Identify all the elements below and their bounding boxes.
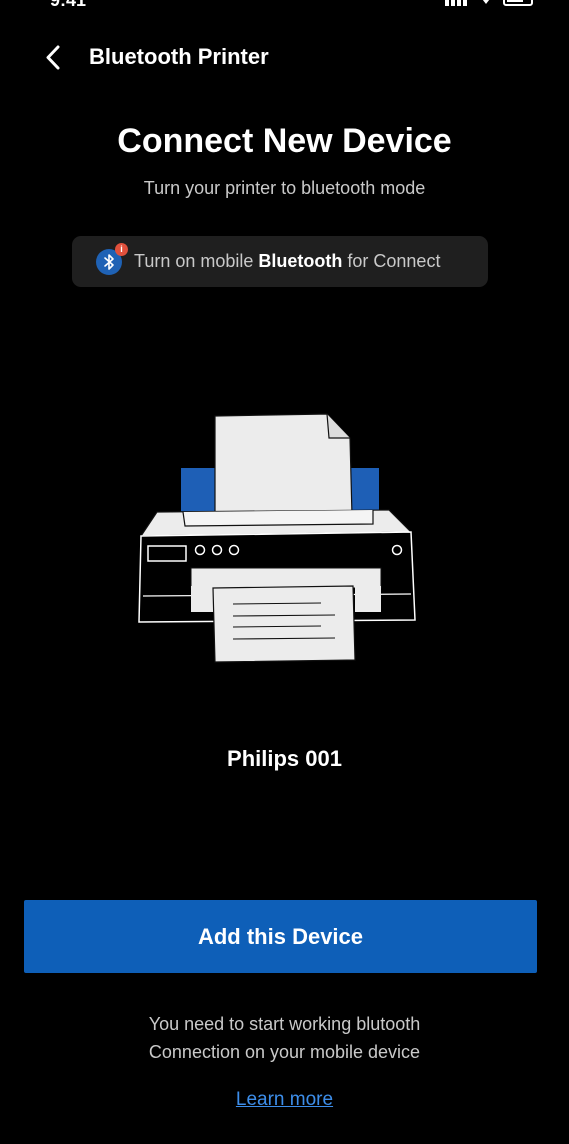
status-time: 9:41: [50, 0, 87, 10]
info-badge-icon: i: [115, 242, 128, 256]
wifi-icon: [482, 0, 490, 4]
signal-icon: [445, 0, 469, 6]
status-bar: 9:41: [0, 0, 569, 12]
header-title: Bluetooth Printer: [89, 44, 269, 69]
printer-illustration: [138, 413, 416, 663]
app-header: Bluetooth Printer: [0, 30, 569, 86]
info-note-line-2: Connection on your mobile device: [148, 1042, 421, 1062]
page-subtitle: Turn your printer to bluetooth mode: [143, 178, 426, 198]
status-icons: [445, 0, 533, 6]
back-button[interactable]: [36, 40, 72, 76]
info-note: You need to start working blutooth Conne…: [0, 1010, 569, 1066]
add-device-button[interactable]: Add this Device: [24, 900, 537, 973]
battery-icon: [503, 0, 533, 6]
device-name: Philips 001: [227, 746, 342, 771]
bluetooth-banner-text: Turn on mobile Bluetooth for Connect: [134, 251, 441, 271]
page-title: Connect New Device: [117, 122, 452, 160]
learn-more-link[interactable]: Learn more: [0, 1089, 569, 1111]
info-note-line-1: You need to start working blutooth: [148, 1014, 421, 1034]
chevron-left-icon: [46, 45, 60, 70]
bluetooth-icon: i: [96, 242, 128, 275]
bluetooth-banner[interactable]: i Turn on mobile Bluetooth for Connect: [72, 236, 488, 287]
bluetooth-glyph-icon: [104, 253, 114, 270]
